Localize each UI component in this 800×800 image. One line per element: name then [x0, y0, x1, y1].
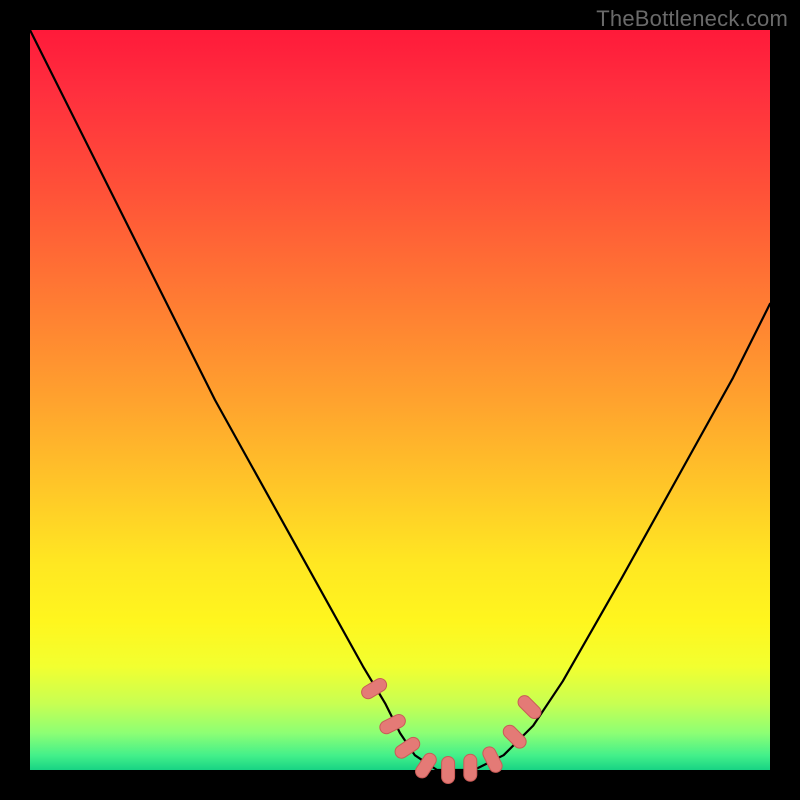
chart-frame: TheBottleneck.com	[0, 0, 800, 800]
curve-markers	[359, 676, 543, 783]
watermark-text: TheBottleneck.com	[596, 6, 788, 32]
chart-svg	[30, 30, 770, 770]
curve-marker	[481, 745, 505, 775]
curve-marker	[464, 754, 477, 781]
plot-area	[30, 30, 770, 770]
curve-marker	[501, 723, 529, 751]
curve-marker	[359, 676, 389, 701]
bottleneck-curve	[30, 30, 770, 770]
curve-marker	[413, 751, 439, 781]
curve-marker	[442, 757, 455, 784]
